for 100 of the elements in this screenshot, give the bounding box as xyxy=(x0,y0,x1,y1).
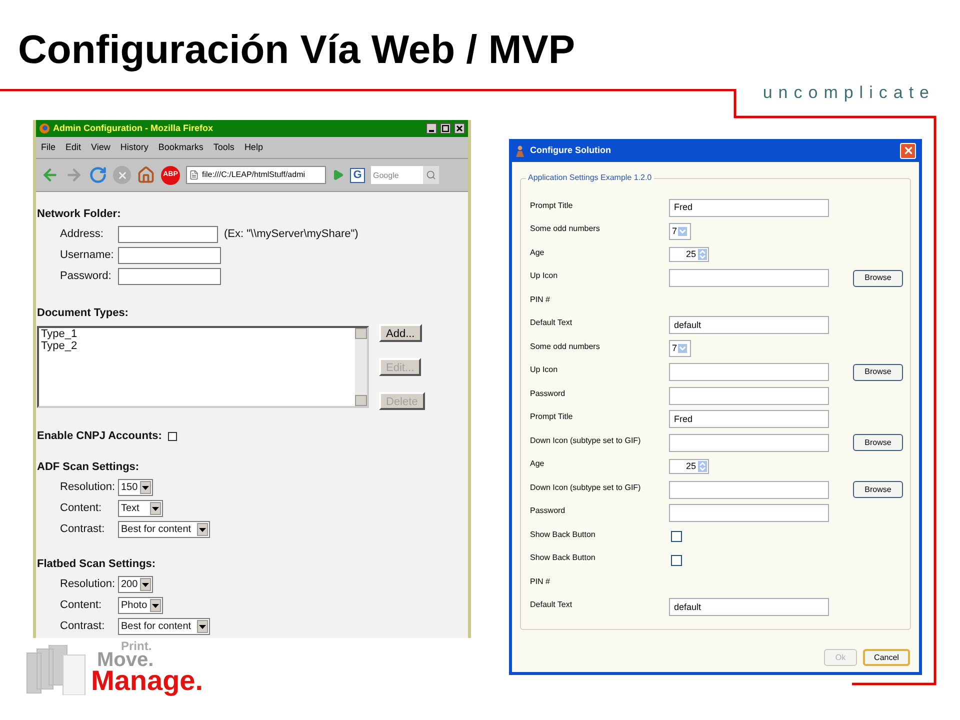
menu-item[interactable]: Bookmarks xyxy=(158,140,204,154)
dropdown[interactable]: Best for content xyxy=(118,521,210,538)
close-icon xyxy=(902,145,914,156)
setting-label: Age xyxy=(530,246,546,259)
number-spinner[interactable]: 25 xyxy=(669,458,709,474)
setting-label: Prompt Title xyxy=(530,200,574,212)
window-title: Configure Solution xyxy=(530,144,612,157)
field-label: Resolution: xyxy=(60,480,116,496)
dropdown[interactable]: 150 xyxy=(118,479,153,496)
search-button[interactable] xyxy=(423,166,439,184)
dropdown-arrow-icon xyxy=(678,344,688,354)
home-icon[interactable] xyxy=(137,166,155,184)
page-icon xyxy=(189,170,199,180)
spinner-arrows-icon xyxy=(698,249,707,260)
setting-label: PIN # xyxy=(530,294,552,306)
menu-item[interactable]: Tools xyxy=(213,140,234,154)
setting-label: Down Icon (subtype set to GIF) xyxy=(530,434,642,447)
list-item[interactable]: Type_1 xyxy=(41,328,353,340)
field-label: Content: xyxy=(60,598,103,614)
setting-label: Some odd numbers xyxy=(530,340,601,353)
address-field[interactable]: file:///C:/LEAP/htmlStuff/admi xyxy=(186,166,326,184)
browse-button[interactable]: Browse xyxy=(853,270,903,287)
menu-item[interactable]: File xyxy=(41,140,56,154)
field-label: Password: xyxy=(60,269,112,284)
setting-label: Show Back Button xyxy=(530,552,596,564)
search-engine-button[interactable]: G xyxy=(350,168,365,182)
browser-logo-icon xyxy=(39,123,50,134)
setting-label: Default Text xyxy=(530,599,574,612)
checkbox[interactable] xyxy=(671,554,682,566)
section-heading: Document Types: xyxy=(37,306,130,321)
input-field[interactable] xyxy=(118,226,218,243)
file-path-field[interactable] xyxy=(669,363,829,382)
list-box[interactable]: Type_1 Type_2 xyxy=(37,326,369,408)
setting-label: Down Icon (subtype set to GIF) xyxy=(530,482,642,494)
setting-label: PIN # xyxy=(530,576,552,588)
figure-icon xyxy=(515,144,525,156)
dropdown[interactable]: Best for content xyxy=(118,618,210,635)
list-action-button[interactable]: Add... xyxy=(379,324,422,342)
forward-icon[interactable] xyxy=(65,166,83,184)
slide-title: Configuración Vía Web / MVP xyxy=(17,27,576,74)
dropdown[interactable]: 200 xyxy=(118,576,153,593)
hint-text: (Ex: "\\myServer\myShare") xyxy=(224,227,358,242)
menu-item[interactable]: Edit xyxy=(66,140,82,154)
window-title: Admin Configuration - Mozilla Firefox xyxy=(53,122,214,135)
text-field[interactable]: Fred xyxy=(669,198,829,217)
field-label: Content: xyxy=(60,501,103,516)
section-heading: Flatbed Scan Settings: xyxy=(37,557,157,572)
checkbox-label: Enable CNPJ Accounts: xyxy=(37,428,162,444)
text-field[interactable] xyxy=(669,504,829,522)
dropdown[interactable]: Text xyxy=(118,500,163,517)
number-spinner[interactable]: 25 xyxy=(669,247,709,262)
close-button[interactable] xyxy=(454,123,465,134)
setting-label: Age xyxy=(530,458,546,470)
browse-button[interactable]: Browse xyxy=(853,434,903,452)
file-path-field[interactable] xyxy=(669,480,829,499)
input-field[interactable] xyxy=(118,247,221,264)
menu-item[interactable]: Help xyxy=(244,140,263,154)
input-field[interactable] xyxy=(118,268,221,285)
pages-drawing xyxy=(25,645,87,695)
section-heading: ADF Scan Settings: xyxy=(37,460,140,475)
setting-label: Some odd numbers xyxy=(530,223,601,236)
number-dropdown[interactable]: 7 xyxy=(669,222,691,240)
reload-icon[interactable] xyxy=(89,166,107,184)
setting-label: Password xyxy=(530,388,566,400)
text-field[interactable]: default xyxy=(669,316,829,334)
dropdown[interactable]: Photo xyxy=(118,597,163,614)
setting-label: Prompt Title xyxy=(530,411,574,424)
checkbox[interactable] xyxy=(168,432,177,440)
file-path-field[interactable] xyxy=(669,434,829,452)
go-icon[interactable] xyxy=(332,169,344,181)
browse-button[interactable]: Browse xyxy=(853,364,903,381)
file-path-field[interactable] xyxy=(669,269,829,288)
dialog-button[interactable]: Cancel xyxy=(863,649,910,666)
stop-icon[interactable] xyxy=(113,166,131,184)
setting-label: Default Text xyxy=(530,317,574,330)
setting-label: Show Back Button xyxy=(530,528,596,541)
menu-item[interactable]: History xyxy=(120,140,148,154)
text-field[interactable]: Fred xyxy=(669,410,829,428)
minimize-button[interactable] xyxy=(426,123,437,134)
dropdown-arrow-icon xyxy=(678,226,688,236)
browse-button[interactable]: Browse xyxy=(853,481,903,498)
logo-word: Print. xyxy=(121,640,152,652)
logo-word: Manage. xyxy=(91,667,204,695)
menu-item[interactable]: View xyxy=(91,140,110,154)
setting-label: Up Icon xyxy=(530,364,559,376)
field-label: Username: xyxy=(60,248,115,264)
checkbox[interactable] xyxy=(671,531,682,542)
field-label: Contrast: xyxy=(60,522,106,538)
text-field[interactable] xyxy=(669,386,829,405)
text-field[interactable]: default xyxy=(669,598,829,616)
setting-label: Password xyxy=(530,505,566,518)
field-label: Address: xyxy=(60,227,104,242)
search-field[interactable]: Google xyxy=(371,166,423,184)
spinner-arrows-icon xyxy=(698,460,707,472)
number-dropdown[interactable]: 7 xyxy=(669,340,691,358)
list-item[interactable]: Type_2 xyxy=(41,340,353,352)
maximize-button[interactable] xyxy=(440,123,451,134)
search-icon xyxy=(426,170,436,180)
back-icon[interactable] xyxy=(41,166,59,184)
maximize-icon xyxy=(442,125,449,132)
